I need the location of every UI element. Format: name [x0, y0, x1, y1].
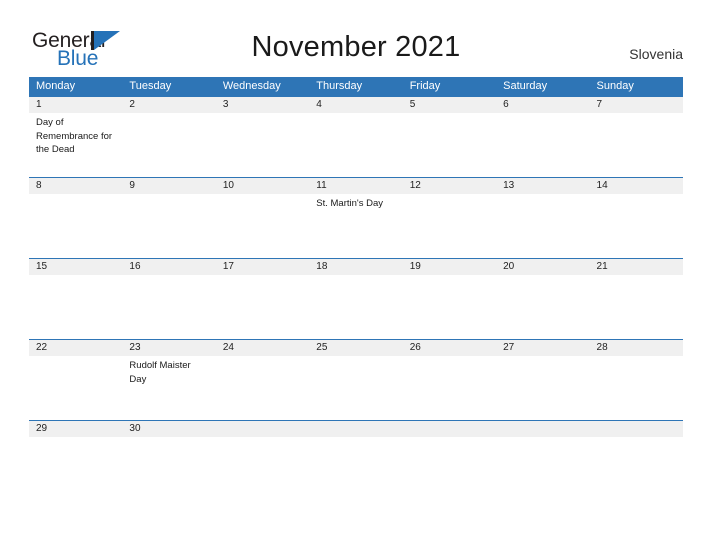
- page-title: November 2021: [251, 31, 461, 63]
- day-event: [122, 437, 215, 465]
- week-date-numbers: 22 23 24 25 26 27 28: [29, 340, 683, 356]
- date-number: [403, 421, 496, 437]
- date-number[interactable]: 23: [122, 340, 215, 356]
- day-event: [590, 113, 683, 177]
- day-event: [309, 437, 402, 465]
- date-number[interactable]: 15: [29, 259, 122, 275]
- day-event: St. Martin's Day: [316, 198, 384, 209]
- week-date-numbers: 1 2 3 4 5 6 7: [29, 97, 683, 113]
- week-events: St. Martin's Day: [29, 194, 683, 258]
- date-number[interactable]: 29: [29, 421, 122, 437]
- weekday-header-wednesday: Wednesday: [222, 80, 281, 92]
- date-number: [216, 421, 309, 437]
- day-event: Rudolf Maister Day: [129, 360, 191, 385]
- date-number[interactable]: 10: [216, 178, 309, 194]
- day-event: [496, 113, 589, 177]
- weekday-header-thursday: Thursday: [316, 80, 363, 92]
- day-event: [122, 113, 215, 177]
- week-date-numbers: 29 30: [29, 421, 683, 437]
- day-event: [29, 275, 122, 339]
- date-number: [590, 421, 683, 437]
- day-event: [29, 194, 122, 258]
- day-event: [309, 356, 402, 420]
- date-number[interactable]: 22: [29, 340, 122, 356]
- day-event: [496, 437, 589, 465]
- day-event: [122, 275, 215, 339]
- week-events: [29, 275, 683, 339]
- date-number[interactable]: 24: [216, 340, 309, 356]
- calendar-week-row: 15 16 17 18 19 20 21: [29, 258, 683, 339]
- day-event: [403, 437, 496, 465]
- date-number[interactable]: 11: [309, 178, 402, 194]
- date-number[interactable]: 21: [590, 259, 683, 275]
- day-event: [216, 194, 309, 258]
- week-events: [29, 437, 683, 465]
- calendar-page: General Blue November 2021 Slovenia Mond…: [0, 0, 712, 550]
- date-number[interactable]: 17: [216, 259, 309, 275]
- date-number[interactable]: 30: [122, 421, 215, 437]
- date-number[interactable]: 26: [403, 340, 496, 356]
- day-event: [590, 194, 683, 258]
- date-number[interactable]: 2: [122, 97, 215, 113]
- day-event: [29, 437, 122, 465]
- date-number[interactable]: 16: [122, 259, 215, 275]
- day-event: [496, 356, 589, 420]
- day-event: [216, 275, 309, 339]
- calendar-week-row: 8 9 10 11 12 13 14 St. Martin's Day: [29, 177, 683, 258]
- day-event: Day of Remembrance for the Dead: [36, 117, 113, 155]
- day-event: [403, 356, 496, 420]
- date-number: [309, 421, 402, 437]
- day-event: [216, 437, 309, 465]
- date-number[interactable]: 27: [496, 340, 589, 356]
- day-event: [403, 275, 496, 339]
- day-event: [309, 275, 402, 339]
- day-event: [216, 113, 309, 177]
- date-number[interactable]: 12: [403, 178, 496, 194]
- date-number[interactable]: 4: [309, 97, 402, 113]
- weekday-header-sunday: Sunday: [596, 80, 634, 92]
- date-number[interactable]: 25: [309, 340, 402, 356]
- weekday-header-tuesday: Tuesday: [129, 80, 172, 92]
- date-number[interactable]: 1: [29, 97, 122, 113]
- week-events: Rudolf Maister Day: [29, 356, 683, 420]
- day-event: [496, 275, 589, 339]
- date-number: [496, 421, 589, 437]
- day-event: [122, 194, 215, 258]
- day-event: [216, 356, 309, 420]
- date-number[interactable]: 19: [403, 259, 496, 275]
- weekday-header-saturday: Saturday: [503, 80, 548, 92]
- calendar-table: Monday Tuesday Wednesday Thursday Friday…: [29, 77, 683, 465]
- date-number[interactable]: 18: [309, 259, 402, 275]
- day-event: [403, 113, 496, 177]
- week-date-numbers: 15 16 17 18 19 20 21: [29, 259, 683, 275]
- date-number[interactable]: 9: [122, 178, 215, 194]
- region-label: Slovenia: [629, 46, 683, 62]
- date-number[interactable]: 20: [496, 259, 589, 275]
- calendar-week-row: 1 2 3 4 5 6 7 Day of Remembrance for the…: [29, 96, 683, 177]
- calendar-week-row: 22 23 24 25 26 27 28 Rudolf Maister Day: [29, 339, 683, 420]
- week-events: Day of Remembrance for the Dead: [29, 113, 683, 177]
- calendar-week-row: 29 30: [29, 420, 683, 465]
- day-event: [29, 356, 122, 420]
- day-event: [590, 275, 683, 339]
- date-number[interactable]: 28: [590, 340, 683, 356]
- date-number[interactable]: 5: [403, 97, 496, 113]
- weekday-header-row: Monday Tuesday Wednesday Thursday Friday…: [29, 77, 683, 96]
- day-event: [309, 113, 402, 177]
- date-number[interactable]: 3: [216, 97, 309, 113]
- date-number[interactable]: 8: [29, 178, 122, 194]
- date-number[interactable]: 7: [590, 97, 683, 113]
- day-event: [403, 194, 496, 258]
- day-event: [590, 437, 683, 465]
- date-number[interactable]: 13: [496, 178, 589, 194]
- date-number[interactable]: 6: [496, 97, 589, 113]
- day-event: [496, 194, 589, 258]
- date-number[interactable]: 14: [590, 178, 683, 194]
- week-date-numbers: 8 9 10 11 12 13 14: [29, 178, 683, 194]
- page-header: General Blue November 2021 Slovenia: [0, 0, 712, 76]
- weekday-header-monday: Monday: [36, 80, 76, 92]
- weekday-header-friday: Friday: [409, 80, 441, 92]
- day-event: [590, 356, 683, 420]
